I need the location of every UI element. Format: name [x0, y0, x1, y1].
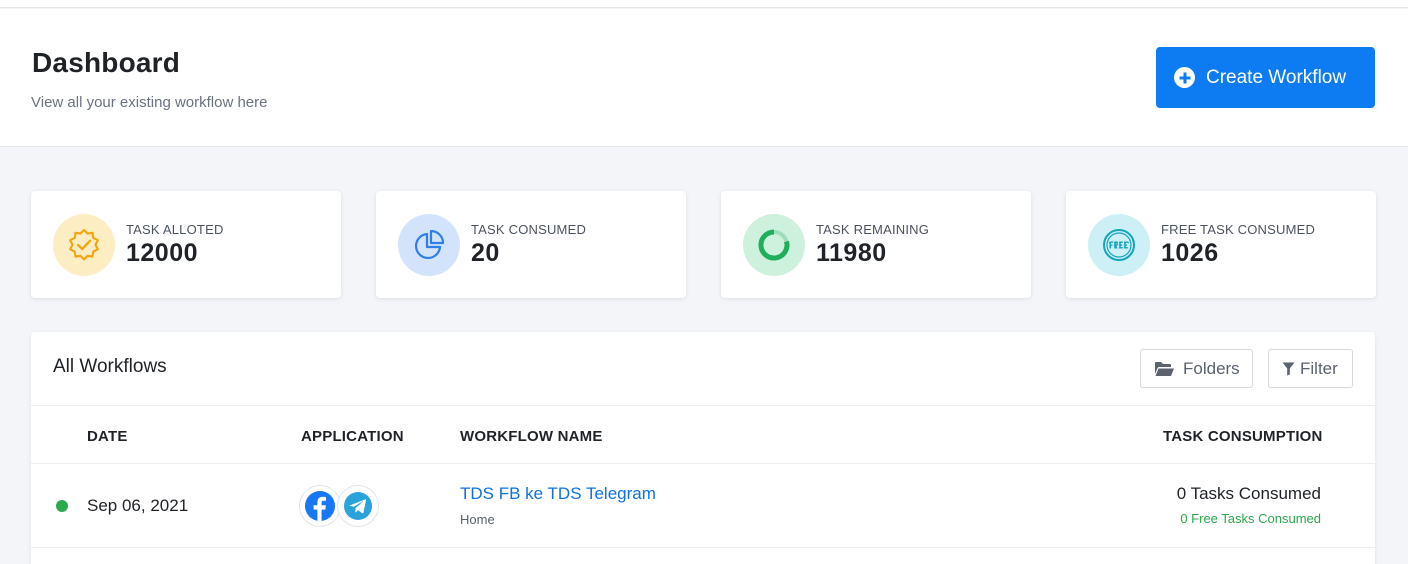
- workflows-panel: All Workflows Folders Filter DATE APPLIC…: [31, 332, 1375, 564]
- stat-label: FREE TASK CONSUMED: [1161, 222, 1316, 237]
- stat-value: 12000: [126, 239, 199, 267]
- table-header: DATE APPLICATION WORKFLOW NAME TASK CONS…: [31, 405, 1375, 464]
- tasks-consumed: 0 Tasks Consumed: [1176, 484, 1321, 503]
- create-workflow-label: Create Workflow: [1206, 66, 1347, 88]
- page-header: Dashboard View all your existing workflo…: [0, 9, 1408, 147]
- telegram-icon: [337, 485, 379, 527]
- page-title: Dashboard: [32, 47, 181, 78]
- workflow-folder: Home: [460, 512, 495, 527]
- top-divider: [0, 0, 1408, 8]
- folder-open-icon: [1155, 361, 1174, 376]
- column-header-task-consumption[interactable]: TASK CONSUMPTION: [1163, 428, 1323, 445]
- workflows-title: All Workflows: [53, 356, 167, 377]
- filter-icon: [1282, 362, 1295, 375]
- workflow-name-link[interactable]: TDS FB ke TDS Telegram: [460, 484, 656, 504]
- facebook-icon: [299, 485, 341, 527]
- table-row[interactable]: Sep 06, 2021 TDS FB ke TDS Telegram Home…: [31, 464, 1375, 548]
- status-active-dot: [56, 500, 68, 512]
- column-header-application[interactable]: APPLICATION: [301, 428, 404, 445]
- page-subtitle: View all your existing workflow here: [31, 94, 268, 111]
- stat-value: 1026: [1161, 239, 1219, 267]
- stat-label: TASK CONSUMED: [471, 222, 587, 237]
- stat-card-task-alloted: TASK ALLOTED 12000: [31, 191, 341, 298]
- badge-check-icon: [53, 214, 115, 276]
- workflow-date: Sep 06, 2021: [87, 496, 189, 515]
- stat-label: TASK ALLOTED: [126, 222, 224, 237]
- free-badge-icon: [1088, 214, 1150, 276]
- stat-label: TASK REMAINING: [816, 222, 930, 237]
- folders-button[interactable]: Folders: [1140, 349, 1253, 388]
- stat-value: 20: [471, 239, 500, 267]
- progress-ring-icon: [743, 214, 805, 276]
- column-header-date[interactable]: DATE: [87, 428, 128, 445]
- stat-value: 11980: [816, 239, 887, 267]
- plus-circle-icon: [1174, 67, 1195, 88]
- folders-label: Folders: [1183, 358, 1240, 378]
- stat-card-free-task-consumed: FREE TASK CONSUMED 1026: [1066, 191, 1376, 298]
- create-workflow-button[interactable]: Create Workflow: [1156, 47, 1375, 108]
- filter-label: Filter: [1300, 358, 1338, 378]
- pie-chart-icon: [398, 214, 460, 276]
- stat-card-task-remaining: TASK REMAINING 11980: [721, 191, 1031, 298]
- column-header-workflow-name[interactable]: WORKFLOW NAME: [460, 428, 603, 445]
- stat-card-task-consumed: TASK CONSUMED 20: [376, 191, 686, 298]
- free-tasks-consumed: 0 Free Tasks Consumed: [1180, 511, 1321, 526]
- filter-button[interactable]: Filter: [1268, 349, 1353, 388]
